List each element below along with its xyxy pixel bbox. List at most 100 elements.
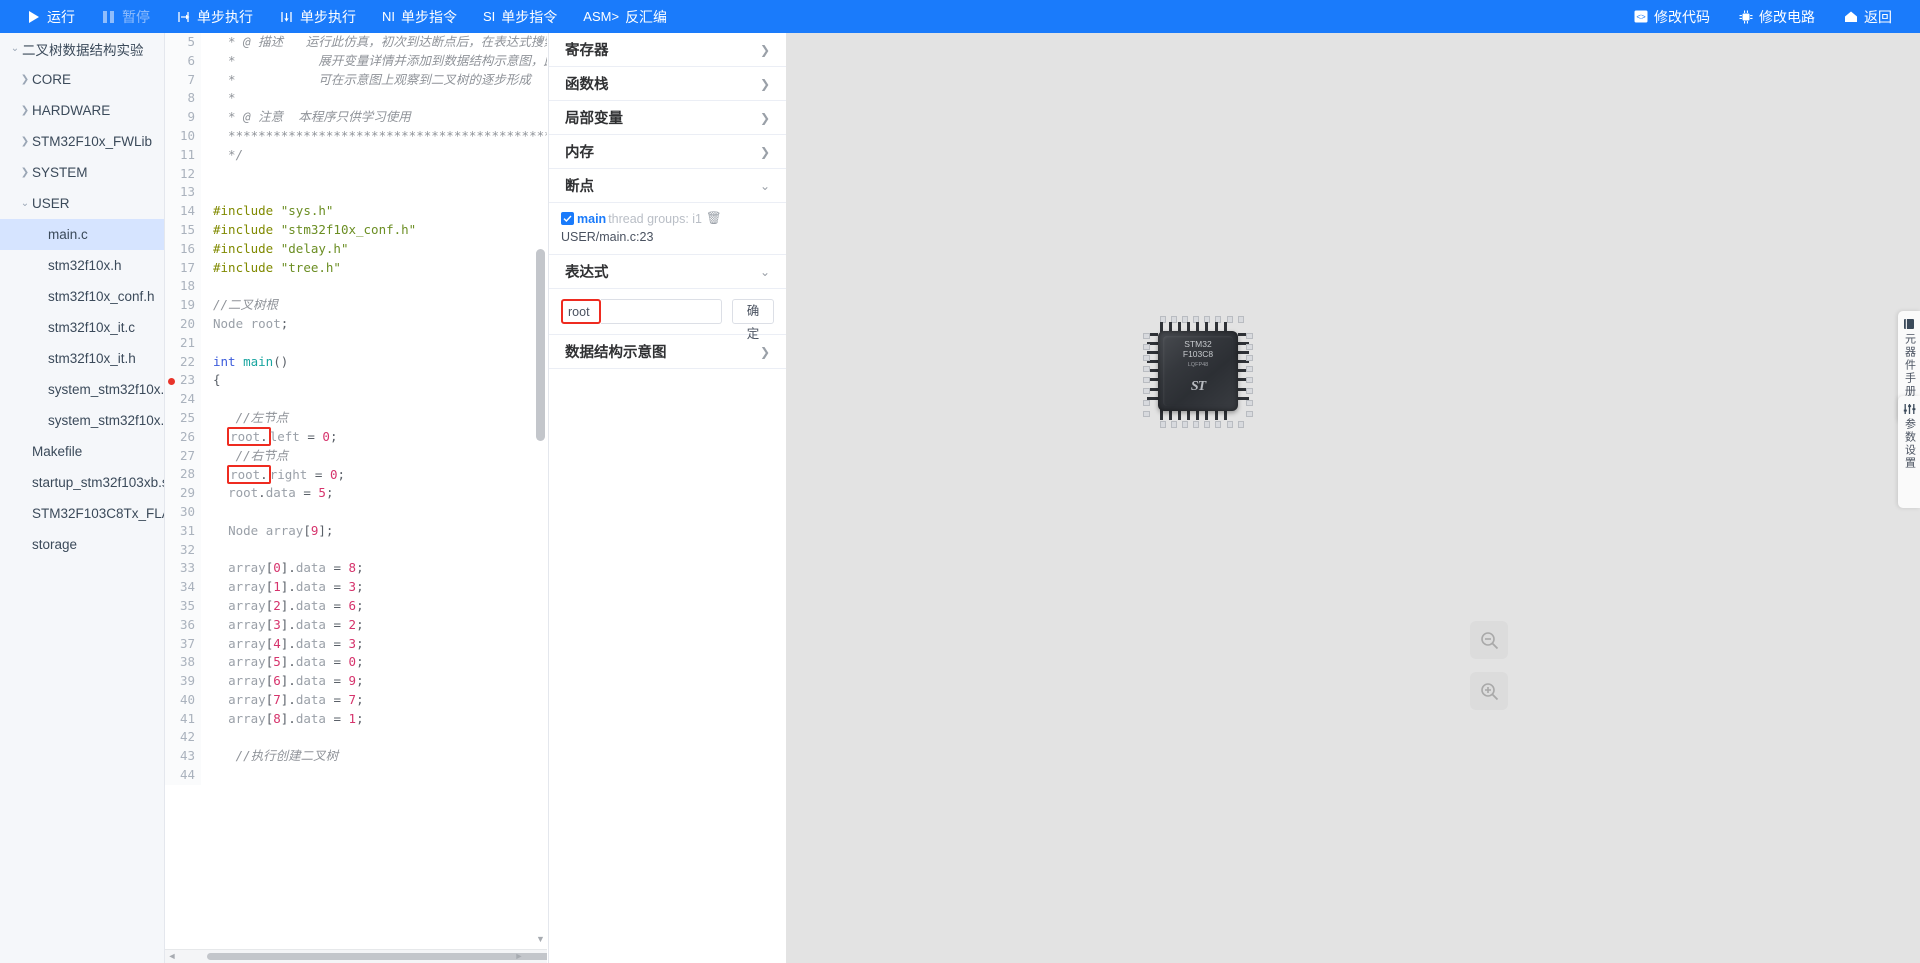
tree-item-system-stm32f10x-h[interactable]: system_stm32f10x.h [0,405,164,436]
circuit-canvas[interactable]: STM32 F103C8 LQFP48 ST [786,33,1920,963]
line-number-gutter[interactable]: 6 [165,51,201,71]
code-scroll-area[interactable]: 5 * @ 描述 运行此仿真，初次到达断点后，在表达式搜索 6 * 展开变量详情并… [165,33,547,945]
toolbar-run-button[interactable]: 运行 [26,9,75,24]
line-number-gutter[interactable]: 17 [165,258,201,278]
code-line[interactable]: 24 [165,390,547,409]
code-line[interactable]: 10 *************************************… [165,126,547,146]
code-line[interactable]: 18 [165,277,547,297]
line-number-gutter[interactable]: 35 [165,596,201,616]
expression-tag[interactable]: root [561,299,601,324]
line-number-gutter[interactable]: 36 [165,615,201,635]
line-number-gutter[interactable]: 8 [165,89,201,109]
line-number-gutter[interactable]: 40 [165,690,201,710]
line-number-gutter[interactable]: 24 [165,390,201,409]
tree-item-[interactable]: ⌄ 二叉树数据结构实验 [0,33,164,64]
tree-item-stm32f103c8tx-flash-ld[interactable]: STM32F103C8Tx_FLASH.ld [0,498,164,529]
tree-item-system[interactable]: ❯ SYSTEM [0,157,164,188]
line-number-gutter[interactable]: 33 [165,559,201,579]
line-number-gutter[interactable]: 25 [165,408,201,428]
code-line[interactable]: 40 array[7].data = 7; [165,690,547,710]
code-line[interactable]: 16 #include "delay.h" [165,239,547,259]
line-number-gutter[interactable]: 27 [165,446,201,466]
breakpoint-checkbox[interactable] [561,212,574,225]
code-line[interactable]: 41 array[8].data = 1; [165,709,547,729]
editor-horizontal-scrollbar[interactable]: ◄ ► [165,949,547,963]
toolbar-pause-button[interactable]: 暂停 [101,9,150,24]
code-line[interactable]: 37 array[4].data = 3; [165,634,547,654]
line-number-gutter[interactable]: 9 [165,108,201,127]
tree-item-stm32f10x-h[interactable]: stm32f10x.h [0,250,164,281]
line-number-gutter[interactable]: 23 [165,371,201,391]
code-line[interactable]: 15 #include "stm32f10x_conf.h" [165,220,547,240]
line-number-gutter[interactable]: 44 [165,766,201,785]
code-line[interactable]: 38 array[5].data = 0; [165,653,547,673]
code-line[interactable]: 19 //二叉树根 [165,296,547,315]
file-tree[interactable]: ⌄ 二叉树数据结构实验 ❯ CORE ❯ HARDWARE ❯ STM32F10x_FWLib… [0,33,165,963]
debug-section-registers[interactable]: 寄存器 ❯ [549,33,786,67]
code-editor[interactable]: 5 * @ 描述 运行此仿真，初次到达断点后，在表达式搜索 6 * 展开变量详情并… [165,33,547,963]
line-number-gutter[interactable]: 18 [165,277,201,297]
zoom-in-button[interactable] [1470,672,1508,710]
line-number-gutter[interactable]: 41 [165,709,201,729]
code-line[interactable]: 34 array[1].data = 3; [165,578,547,597]
debug-section-memory[interactable]: 内存 ❯ [549,135,786,169]
scroll-up-arrow-icon[interactable]: ▲ [536,33,545,45]
toolbar-ni-button[interactable]: NI 单步指令 [382,10,457,24]
tree-item-system-stm32f10x-c[interactable]: system_stm32f10x.c [0,374,164,405]
code-line[interactable]: 28 root. right = 0; [165,464,547,485]
line-number-gutter[interactable]: 22 [165,352,201,372]
code-line[interactable]: 29 root.data = 5; [165,484,547,503]
code-line[interactable]: 14 #include "sys.h" [165,202,547,221]
vertical-scroll-thumb[interactable] [536,249,545,441]
code-line[interactable]: 30 [165,502,547,522]
code-line[interactable]: 25 //左节点 [165,408,547,428]
tree-item-stm32f10x-fwlib[interactable]: ❯ STM32F10x_FWLib [0,126,164,157]
line-number-gutter[interactable]: 29 [165,484,201,503]
line-number-gutter[interactable]: 34 [165,578,201,597]
code-line[interactable]: 23 { [165,371,547,391]
code-line[interactable]: 17 #include "tree.h" [165,258,547,278]
zoom-out-button[interactable] [1470,621,1508,659]
tree-item-startup-stm32f103xb-s[interactable]: startup_stm32f103xb.s [0,467,164,498]
tree-item-main-c[interactable]: main.c [0,219,164,250]
scroll-down-arrow-icon[interactable]: ▼ [536,933,545,945]
rail-tab-parameter-settings[interactable]: 参数设置 [1898,396,1920,508]
line-number-gutter[interactable]: 32 [165,540,201,560]
line-number-gutter[interactable]: 12 [165,164,201,184]
breakpoint-marker-icon[interactable] [168,377,175,385]
trash-icon[interactable]: 🗑 [706,211,722,226]
code-line[interactable]: 8 * [165,89,547,109]
line-number-gutter[interactable]: 39 [165,672,201,691]
code-line[interactable]: 32 [165,540,547,560]
code-line[interactable]: 11 */ [165,145,547,165]
code-line[interactable]: 27 //右节点 [165,446,547,466]
expression-confirm-button[interactable]: 确定 [732,299,774,341]
tree-item-stm32f10x-conf-h[interactable]: stm32f10x_conf.h [0,281,164,312]
line-number-gutter[interactable]: 42 [165,728,201,748]
code-line[interactable]: 36 array[3].data = 2; [165,615,547,635]
line-number-gutter[interactable]: 16 [165,239,201,259]
line-number-gutter[interactable]: 19 [165,296,201,315]
line-number-gutter[interactable]: 30 [165,502,201,522]
code-line[interactable]: 5 * @ 描述 运行此仿真，初次到达断点后，在表达式搜索 [165,33,547,52]
line-number-gutter[interactable]: 37 [165,634,201,654]
code-line[interactable]: 33 array[0].data = 8; [165,559,547,579]
line-number-gutter[interactable]: 10 [165,126,201,146]
line-number-gutter[interactable]: 28 [165,465,201,485]
debug-section-breakpoints[interactable]: 断点 ⌄ [549,169,786,203]
horizontal-scroll-thumb[interactable] [207,953,547,960]
line-number-gutter[interactable]: 26 [165,427,201,447]
line-number-gutter[interactable]: 38 [165,653,201,673]
code-line[interactable]: 12 [165,164,547,184]
code-line[interactable]: 13 [165,183,547,203]
tree-item-hardware[interactable]: ❯ HARDWARE [0,95,164,126]
line-number-gutter[interactable]: 21 [165,333,201,353]
line-number-gutter[interactable]: 31 [165,521,201,541]
line-number-gutter[interactable]: 11 [165,145,201,165]
debug-section-expression[interactable]: 表达式 ⌄ [549,255,786,289]
code-line[interactable]: 44 [165,766,547,785]
debug-section-locals[interactable]: 局部变量 ❯ [549,101,786,135]
code-line[interactable]: 42 [165,728,547,748]
tree-item-makefile[interactable]: Makefile [0,436,164,467]
code-line[interactable]: 6 * 展开变量详情并添加到数据结构示意图，此时 [165,51,547,71]
